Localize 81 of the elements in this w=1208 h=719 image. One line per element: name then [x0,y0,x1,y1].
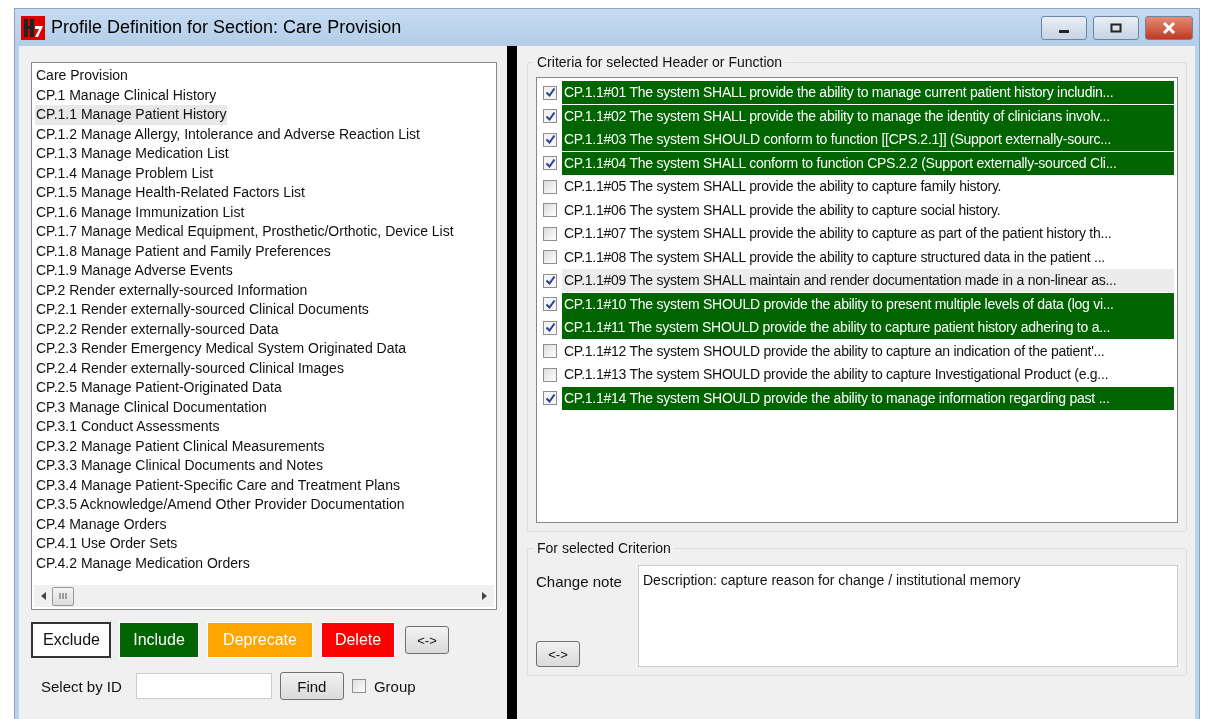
minimize-button[interactable] [1041,15,1087,40]
section-item[interactable]: Care Provision [35,66,129,86]
criterion-checkbox[interactable] [543,132,557,147]
criterion-item[interactable]: CP.1.1#13 The system SHOULD provide the ability to capture Investigational Product (e.g... [562,363,1174,387]
criterion-checkbox[interactable] [543,179,557,194]
criterion-item[interactable]: CP.1.1#01 The system SHALL provide the ability to manage current patient history includin... [562,81,1174,105]
scrollbar-thumb[interactable] [52,586,74,606]
app-logo-icon [21,15,45,40]
swap-button[interactable]: <-> [536,641,580,667]
section-item[interactable]: CP.2 Render externally-sourced Information [35,280,309,300]
criterion-checkbox[interactable] [543,391,557,406]
section-item[interactable]: CP.2.2 Render externally-sourced Data [35,319,280,339]
criterion-checkbox[interactable] [543,203,557,218]
section-item[interactable]: CP.3.2 Manage Patient Clinical Measurements [35,436,326,456]
section-item[interactable]: CP.3.4 Manage Patient-Specific Care and Treatment Plans [35,475,401,495]
criterion-checkbox[interactable] [543,226,557,241]
section-item[interactable]: CP.4.1 Use Order Sets [35,534,179,554]
section-item[interactable]: CP.1.7 Manage Medical Equipment, Prosthetic/Orthotic, Device List [35,222,455,242]
scroll-left-icon[interactable] [40,591,48,601]
maximize-button[interactable] [1093,15,1139,40]
find-button[interactable]: Find [279,672,344,700]
section-item[interactable]: CP.1.5 Manage Health-Related Factors List [35,183,306,203]
select-by-id-label: Select by ID [41,677,122,695]
change-note-label: Change note [536,573,622,590]
criterion-checkbox[interactable] [543,109,557,124]
criterion-item[interactable]: CP.1.1#09 The system SHALL maintain and render documentation made in a non-linear as... [562,269,1174,293]
criterion-item[interactable]: CP.1.1#04 The system SHALL conform to function CPS.2.2 (Support externally-sourced Cli... [562,151,1174,175]
close-button[interactable] [1145,15,1193,40]
section-item[interactable]: CP.1.6 Manage Immunization List [35,202,246,222]
include-button[interactable]: Include [119,622,199,658]
criterion-item[interactable]: CP.1.1#14 The system SHOULD provide the ability to manage information regarding past ... [562,386,1174,410]
section-item[interactable]: CP.3 Manage Clinical Documentation [35,397,268,417]
section-item[interactable]: CP.2.1 Render externally-sourced Clinical Documents [35,300,370,320]
group-title: Criteria for selected Header or Function [534,54,786,70]
criterion-item[interactable]: CP.1.1#11 The system SHOULD provide the ability to capture patient history adhering to a... [562,316,1174,340]
criterion-checkbox[interactable] [543,85,557,100]
criterion-checkbox[interactable] [543,297,557,312]
section-item[interactable]: CP.4.2 Manage Medication Orders [35,553,251,573]
change-note-field[interactable]: Description: capture reason for change / institutional memory [638,565,1178,667]
section-item[interactable]: CP.1.4 Manage Problem List [35,163,215,183]
criterion-item[interactable]: CP.1.1#02 The system SHALL provide the ability to manage the identity of clinicians involv... [562,104,1174,128]
id-input-field[interactable] [135,673,272,699]
group-checkbox[interactable] [351,679,366,693]
section-item[interactable]: CP.4 Manage Orders [35,514,168,534]
section-item[interactable]: CP.1.3 Manage Medication List [35,144,230,164]
criterion-checkbox[interactable] [543,344,557,359]
criterion-item[interactable]: CP.1.1#10 The system SHOULD provide the ability to present multiple levels of data (log vi... [562,292,1174,316]
grip-icon [58,592,68,600]
group-title: For selected Criterion [534,540,674,556]
criterion-item[interactable]: CP.1.1#08 The system SHALL provide the ability to capture structured data in the patient ... [562,245,1174,269]
criterion-item[interactable]: CP.1.1#06 The system SHALL provide the ability to capture social history. [562,198,1174,222]
criterion-checkbox[interactable] [543,320,557,335]
group-label: Group [373,677,416,695]
section-item[interactable]: CP.1.8 Manage Patient and Family Preferences [35,241,332,261]
section-item[interactable]: CP.3.1 Conduct Assessments [35,417,221,437]
minimize-icon [1059,30,1069,33]
criterion-item[interactable]: CP.1.1#03 The system SHOULD conform to function [[CPS.2.1]] (Support externally-sourc... [562,128,1174,152]
criterion-item[interactable]: CP.1.1#07 The system SHALL provide the ability to capture as part of the patient history th... [562,222,1174,246]
section-item[interactable]: CP.2.4 Render externally-sourced Clinical Images [35,358,345,378]
section-item[interactable]: CP.2.3 Render Emergency Medical System Originated Data [35,339,408,359]
section-item[interactable]: CP.1.2 Manage Allergy, Intolerance and Adverse Reaction List [35,124,421,144]
section-item[interactable]: CP.1 Manage Clinical History [35,85,218,105]
section-item[interactable]: CP.1.9 Manage Adverse Events [35,261,234,281]
section-item[interactable]: CP.3.3 Manage Clinical Documents and Notes [35,456,324,476]
section-item[interactable]: CP.3.5 Acknowledge/Amend Other Provider Documentation [35,495,406,515]
swap-button[interactable]: <-> [405,626,449,654]
window-title: Profile Definition for Section: Care Provision [51,17,402,38]
horizontal-scrollbar[interactable] [34,585,494,607]
criterion-checkbox[interactable] [543,367,557,382]
criterion-item[interactable]: CP.1.1#05 The system SHALL provide the ability to capture family history. [562,175,1174,199]
section-item[interactable]: CP.1.1 Manage Patient History [35,105,228,125]
scroll-right-icon[interactable] [480,591,488,601]
criterion-checkbox[interactable] [543,250,557,265]
close-icon [1162,21,1176,34]
section-item[interactable]: CP.2.5 Manage Patient-Originated Data [35,378,283,398]
criterion-checkbox[interactable] [543,156,557,171]
exclude-button[interactable]: Exclude [31,622,111,658]
criterion-checkbox[interactable] [543,273,557,288]
criterion-item[interactable]: CP.1.1#12 The system SHOULD provide the ability to capture an indication of the patient'... [562,339,1174,363]
maximize-icon [1110,22,1122,33]
delete-button[interactable]: Delete [321,622,395,658]
